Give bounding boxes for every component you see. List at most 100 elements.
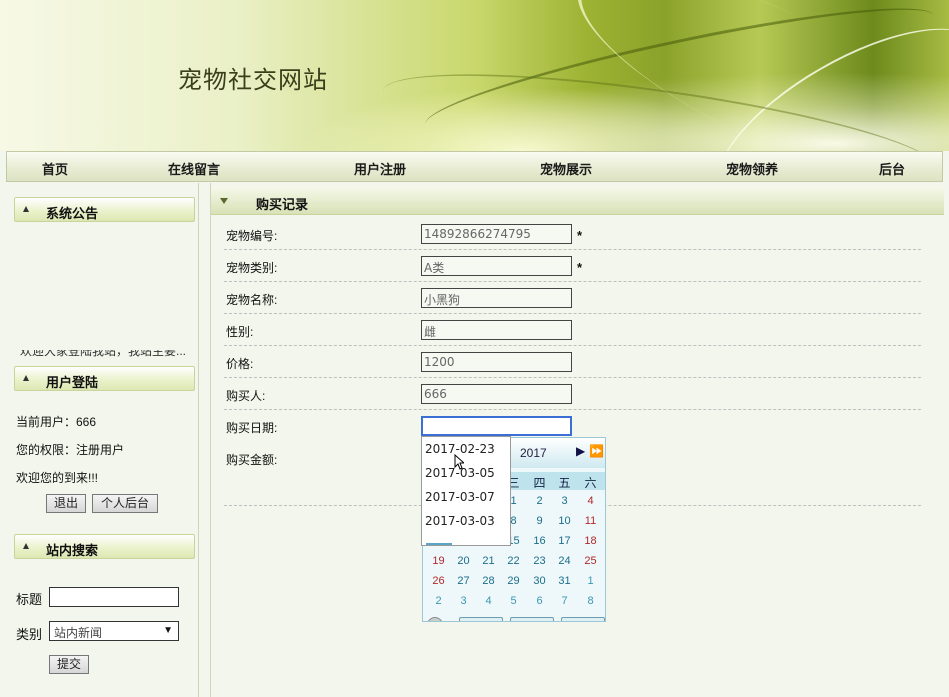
login-title: 用户登陆 [46,375,99,390]
nav-register[interactable]: 用户注册 [354,159,406,178]
calendar-day[interactable]: 28 [476,575,501,587]
field-label: 宠物名称: [226,293,278,307]
picker-today-button[interactable] [510,617,554,621]
collapse-triangle-icon [23,375,29,381]
calendar-day[interactable]: 8 [578,595,603,607]
field-label: 购买人: [226,389,266,403]
form-row-gender: 性别: 雌 [224,314,921,346]
site-title: 宠物社交网站 [178,66,328,94]
main-nav: 首页 在线留言 用户注册 宠物展示 宠物领养 后台 [6,151,943,182]
sidebar: 系统公告 欢迎大家登陆我站，我站主要... 用户登陆 当前用户：666 您的权限… [6,183,199,697]
search-title-label: 标题 [16,592,43,607]
form-row-buyer: 购买人: 666 [224,378,921,410]
picker-clear-button[interactable] [459,617,503,621]
weekday-label: 四 [533,476,546,490]
calendar-day[interactable]: 1 [578,575,603,587]
form-row-price: 价格: 1200 [224,346,921,378]
calendar-day[interactable]: 29 [501,575,526,587]
calendar-day[interactable]: 30 [527,575,552,587]
gender-input[interactable]: 雌 [421,320,572,340]
calendar-day[interactable]: 2 [527,495,552,507]
date-autocomplete-list: 2017-02-23 2017-03-05 2017-03-07 2017-03… [421,436,511,546]
calendar-day[interactable]: 18 [578,535,603,547]
calendar-day[interactable]: 4 [578,495,603,507]
pet-category-input[interactable]: A类 [421,256,572,276]
calendar-day[interactable]: 6 [527,595,552,607]
pet-id-input[interactable]: 14892866274795 [421,224,572,244]
collapse-triangle-icon [23,543,29,549]
mouse-cursor-icon [454,454,464,470]
clock-icon[interactable] [427,617,443,621]
form-row-pet-category: 宠物类别: A类 * [224,250,921,282]
next-month-icon[interactable]: ▶ [576,444,585,458]
calendar-day[interactable]: 20 [451,555,476,567]
price-input[interactable]: 1200 [421,352,572,372]
required-mark: * [577,260,583,275]
autocomplete-item[interactable]: 2017-03-03 [425,514,495,528]
calendar-day[interactable]: 21 [476,555,501,567]
nav-guestbook[interactable]: 在线留言 [168,159,220,178]
search-submit-button[interactable]: 提交 [49,655,89,674]
autocomplete-scroll-hint [426,543,452,545]
nav-home[interactable]: 首页 [42,159,68,178]
calendar-day[interactable]: 11 [578,515,603,527]
expand-triangle-icon [220,198,228,204]
nav-pet-showcase[interactable]: 宠物展示 [540,159,592,178]
calendar-day[interactable]: 24 [552,555,577,567]
calendar-day[interactable]: 2 [426,595,451,607]
notice-marquee: 欢迎大家登陆我站，我站主要... [20,350,190,358]
calendar-day[interactable]: 23 [527,555,552,567]
personal-center-button[interactable]: 个人后台 [92,494,158,513]
panel-header: 购买记录 [211,186,944,215]
user-role: 您的权限：注册用户 [16,443,125,457]
required-mark: * [577,228,583,243]
weekday-label: 五 [558,476,571,490]
notice-text: 欢迎大家登陆我站，我站主要... [20,350,187,358]
notice-header: 系统公告 [14,197,195,222]
calendar-day[interactable]: 25 [578,555,603,567]
search-category-label: 类别 [16,627,43,642]
calendar-day[interactable]: 7 [552,595,577,607]
calendar-day[interactable]: 5 [501,595,526,607]
logout-button[interactable]: 退出 [46,494,86,513]
panel-title: 购买记录 [256,197,309,212]
header-banner: 宠物社交网站 [0,0,949,151]
search-category-value: 站内新闻 [54,626,103,640]
current-user: 当前用户：666 [16,415,97,429]
nav-pet-adoption[interactable]: 宠物领养 [726,159,778,178]
pet-name-input[interactable]: 小黑狗 [421,288,572,308]
calendar-day[interactable]: 19 [426,555,451,567]
search-title-input[interactable] [49,587,179,607]
next-year-icon[interactable]: ⏩ [589,444,604,458]
login-header: 用户登陆 [14,366,195,391]
calendar-day[interactable]: 3 [552,495,577,507]
nav-admin[interactable]: 后台 [879,159,905,178]
search-title: 站内搜索 [46,543,99,558]
form-row-pet-id: 宠物编号: 14892866274795 * [224,218,921,250]
field-label: 购买日期: [226,421,278,435]
search-category-select[interactable]: 站内新闻 ▼ [49,621,179,641]
buyer-input[interactable]: 666 [421,384,572,404]
calendar-day[interactable]: 4 [476,595,501,607]
weekday-label: 六 [584,476,597,490]
date-picker-year: 2017 [520,446,547,460]
calendar-day[interactable]: 26 [426,575,451,587]
calendar-day[interactable]: 9 [527,515,552,527]
field-label: 性别: [226,325,254,339]
purchase-date-input[interactable] [421,416,572,436]
picker-ok-button[interactable] [561,617,605,621]
calendar-day[interactable]: 27 [451,575,476,587]
autocomplete-item[interactable]: 2017-03-07 [425,490,495,504]
field-label: 宠物类别: [226,261,278,275]
collapse-triangle-icon [23,206,29,212]
calendar-day[interactable]: 17 [552,535,577,547]
calendar-day[interactable]: 16 [527,535,552,547]
dropdown-arrow-icon: ▼ [163,625,173,636]
search-header: 站内搜索 [14,534,195,559]
notice-title: 系统公告 [46,206,99,221]
calendar-day[interactable]: 3 [451,595,476,607]
calendar-day[interactable]: 10 [552,515,577,527]
calendar-day[interactable]: 31 [552,575,577,587]
field-label: 宠物编号: [226,229,278,243]
calendar-day[interactable]: 22 [501,555,526,567]
